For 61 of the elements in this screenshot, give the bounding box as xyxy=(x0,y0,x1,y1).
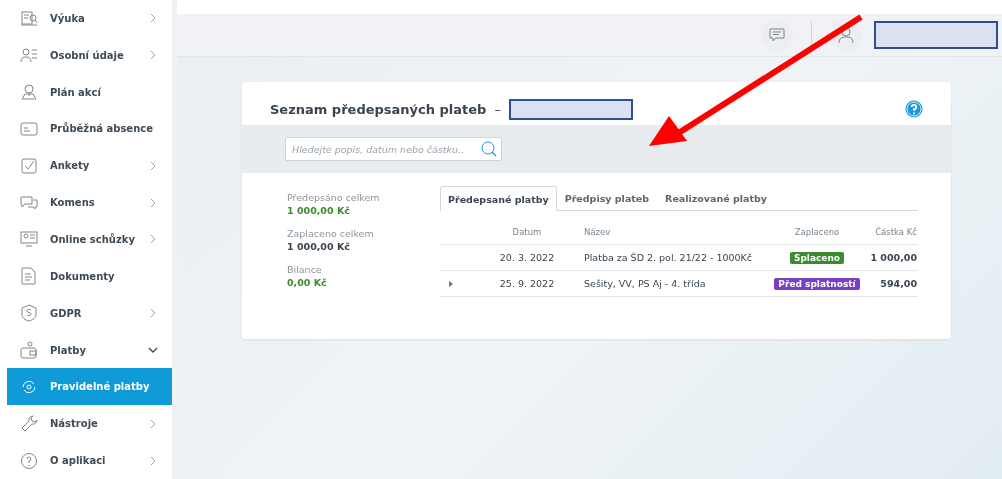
summary-value: 1 000,00 Kč xyxy=(287,241,351,252)
sidebar-item[interactable]: Online schůzky xyxy=(0,221,172,258)
document-icon xyxy=(20,267,38,286)
sidebar-item[interactable]: Průběžná absence xyxy=(0,110,172,148)
help-circle-icon xyxy=(20,451,38,470)
person-list-icon xyxy=(20,46,38,65)
chevron-right-icon xyxy=(148,455,158,466)
summary-label: Zaplaceno celkem xyxy=(287,228,375,239)
chat-icon xyxy=(769,28,785,42)
user-icon xyxy=(838,26,854,44)
status-badge: Splaceno xyxy=(789,252,845,264)
table-cell: 594,00 xyxy=(864,270,918,297)
chevron-right-icon xyxy=(148,13,158,24)
sidebar-item[interactable]: GDPR xyxy=(0,294,172,332)
sidebar-item[interactable]: Dokumenty xyxy=(0,257,172,295)
chevron-right-icon xyxy=(148,50,158,61)
column-header: Datum xyxy=(471,219,583,245)
wallet-icon xyxy=(20,341,38,359)
checkbox-icon xyxy=(20,156,38,175)
sidebar-item[interactable]: Plán akcí xyxy=(0,73,172,111)
sidebar-item[interactable]: Platby xyxy=(0,331,172,369)
sidebar-item[interactable]: Osobní údaje xyxy=(0,36,172,74)
chat-bubbles-icon xyxy=(20,193,38,212)
dash: – xyxy=(494,101,501,117)
help-icon[interactable] xyxy=(905,100,923,118)
status-badge: Před splatností xyxy=(774,278,860,290)
table-cell: Sešity, VV, PS Aj - 4. třída xyxy=(583,270,770,297)
summary-label: Předepsáno celkem xyxy=(287,192,381,203)
column-header: Zaplaceno xyxy=(769,219,865,245)
expand-caret-icon[interactable] xyxy=(448,281,454,287)
sidebar-item[interactable]: Nástroje xyxy=(0,405,172,443)
table-cell: 1 000,00 xyxy=(864,244,918,271)
table-cell: 25. 9. 2022 xyxy=(471,270,583,297)
chevron-right-icon xyxy=(148,234,158,245)
column-header: Částka Kč xyxy=(864,219,918,245)
tab[interactable]: Předpisy plateb xyxy=(556,186,658,210)
tab[interactable]: Realizované platby xyxy=(657,186,775,210)
column-header: Název xyxy=(583,219,770,245)
search-field[interactable]: Hledejte popis, datum nebo částku.. xyxy=(285,137,502,161)
tab[interactable]: Předepsané platby xyxy=(440,186,557,211)
wrench-icon xyxy=(20,414,38,433)
table-cell: 20. 3. 2022 xyxy=(471,244,583,271)
chevron-right-icon xyxy=(148,308,158,319)
table-cell: Platba za ŠD 2. pol. 21/22 - 1000Kč xyxy=(583,244,770,271)
monitor-people-icon xyxy=(20,230,38,249)
search-icon xyxy=(481,141,497,157)
summary-value: 1 000,00 Kč xyxy=(287,205,351,216)
summary-value: 0,00 Kč xyxy=(287,277,328,288)
sidebar-item[interactable]: Komens xyxy=(0,184,172,222)
sidebar-item[interactable]: Ankety xyxy=(0,147,172,185)
chevron-down-icon xyxy=(148,345,158,355)
id-card-icon xyxy=(20,119,38,138)
chevron-right-icon xyxy=(148,197,158,208)
card-title: Seznam předepsaných plateb xyxy=(270,101,487,117)
chevron-right-icon xyxy=(148,160,158,171)
sidebar-item[interactable]: Výuka xyxy=(0,0,172,37)
shield-icon xyxy=(20,304,38,323)
book-search-icon xyxy=(20,9,38,28)
sidebar-item[interactable]: O aplikaci xyxy=(0,442,172,479)
chevron-right-icon xyxy=(148,418,158,429)
summary-label: Bilance xyxy=(287,264,323,275)
